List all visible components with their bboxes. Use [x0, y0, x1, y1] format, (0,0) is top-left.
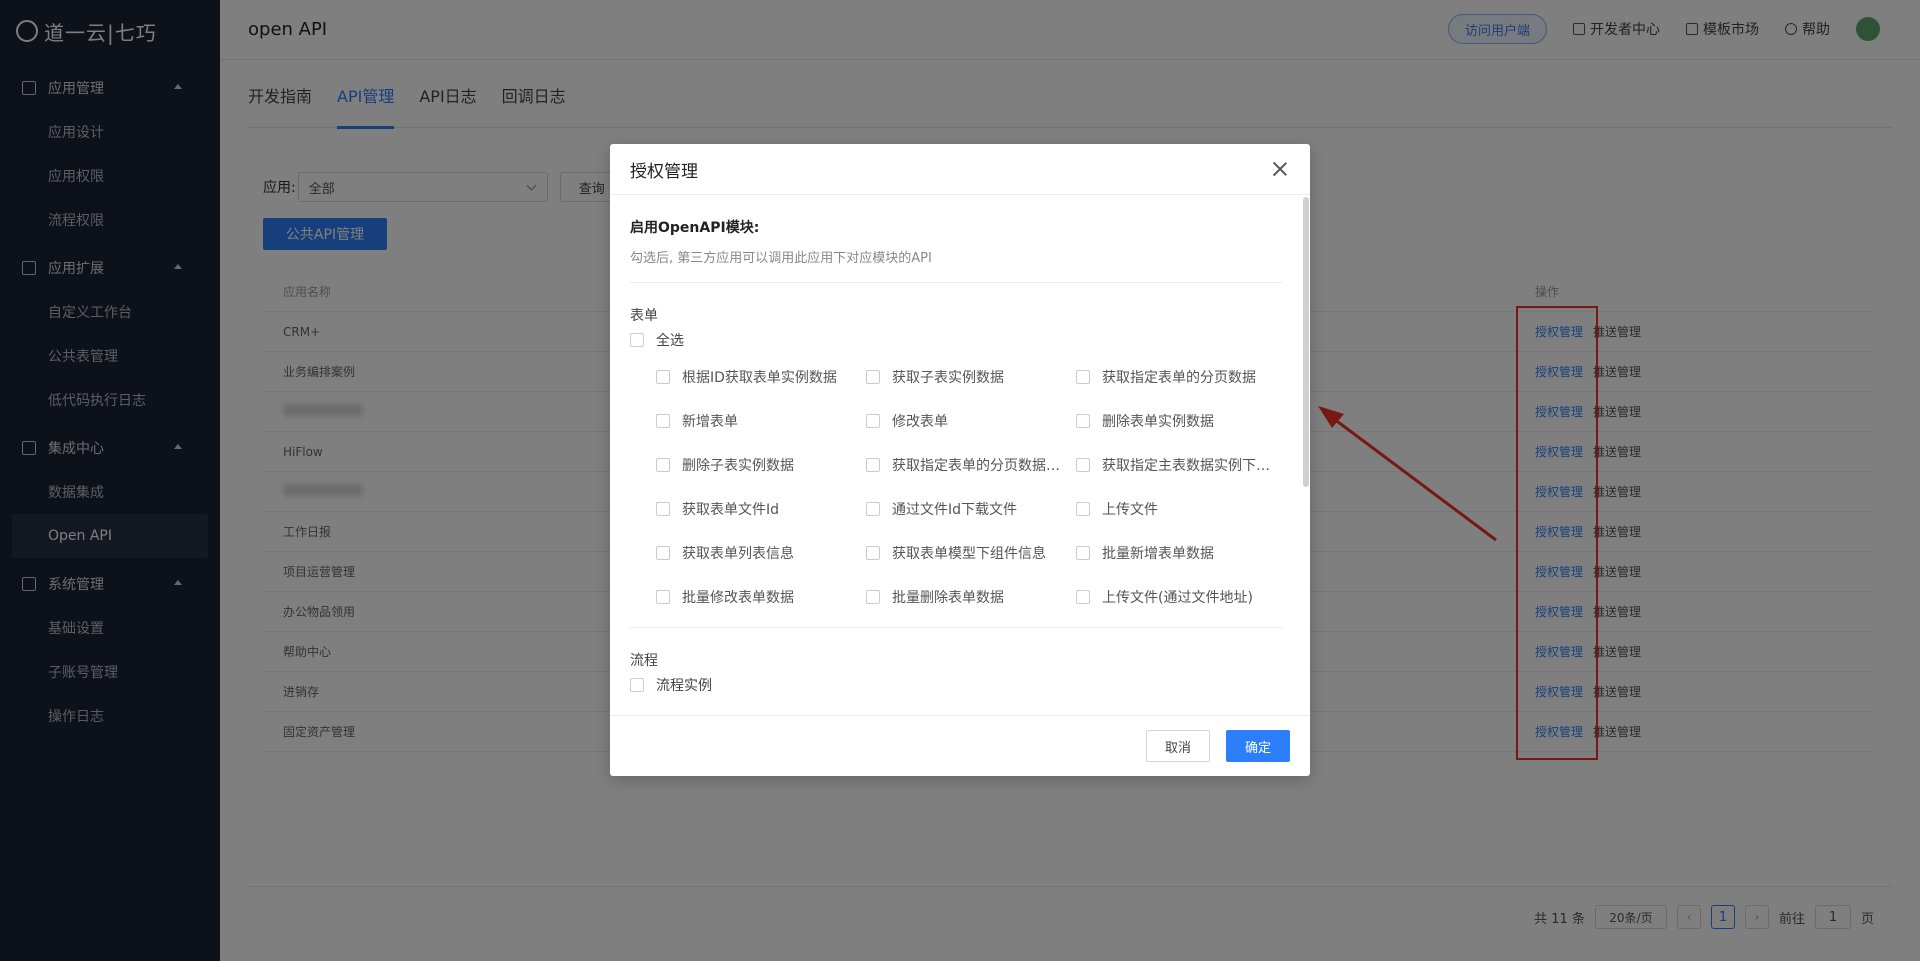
checkbox[interactable] [866, 546, 880, 560]
flow-instance-checkbox[interactable]: 流程实例 [630, 670, 1282, 700]
checkbox-label: 修改表单 [892, 414, 948, 430]
checkbox-label: 根据ID获取表单实例数据 [682, 370, 837, 386]
checkbox-label: 通过文件Id下载文件 [892, 502, 1018, 518]
checkbox-label: 获取表单文件Id [682, 502, 780, 518]
modal-body: 启用OpenAPI模块: 勾选后, 第三方应用可以调用此应用下对应模块的API … [630, 195, 1282, 715]
form-permission-checkbox[interactable]: 批量新增表单数据 [1076, 531, 1282, 575]
confirm-button[interactable]: 确定 [1226, 730, 1290, 762]
form-permission-checkbox[interactable]: 获取子表实例数据 [866, 355, 1076, 399]
form-permission-checkbox[interactable]: 获取表单列表信息 [656, 531, 866, 575]
auth-management-modal: 授权管理 启用OpenAPI模块: 勾选后, 第三方应用可以调用此应用下对应模块… [610, 144, 1310, 776]
form-permission-checkbox[interactable]: 新增表单 [656, 399, 866, 443]
form-permission-checkbox[interactable]: 上传文件(通过文件地址) [1076, 575, 1282, 619]
select-all-checkbox[interactable]: 全选 [630, 325, 1282, 355]
checkbox-label: 批量删除表单数据 [892, 590, 1004, 606]
checkbox[interactable] [656, 590, 670, 604]
checkbox[interactable] [1076, 414, 1090, 428]
checkbox-label: 上传文件(通过文件地址) [1102, 590, 1253, 606]
checkbox-label: 上传文件 [1102, 502, 1158, 518]
checkbox[interactable] [866, 590, 880, 604]
form-permission-checkbox[interactable]: 获取指定表单的分页数据 [1076, 355, 1282, 399]
checkbox[interactable] [1076, 546, 1090, 560]
form-permission-checkbox[interactable]: 批量删除表单数据 [866, 575, 1076, 619]
checkbox[interactable] [630, 333, 644, 347]
enable-module-title: 启用OpenAPI模块: [630, 220, 760, 236]
checkbox[interactable] [656, 502, 670, 516]
modal-footer: 取消 确定 [610, 715, 1310, 776]
scroll-thumb[interactable] [1303, 197, 1309, 487]
checkbox[interactable] [866, 502, 880, 516]
checkbox-label: 删除子表实例数据 [682, 458, 794, 474]
enable-module-desc: 勾选后, 第三方应用可以调用此应用下对应模块的API [630, 247, 1282, 283]
form-permission-grid: 根据ID获取表单实例数据 获取子表实例数据 获取指定表单的分页数据 新增表单 修改表单删… [630, 355, 1282, 619]
checkbox[interactable] [866, 370, 880, 384]
form-permission-checkbox[interactable]: 获取表单模型下组件信息 [866, 531, 1076, 575]
form-permission-checkbox[interactable]: 获取表单文件Id [656, 487, 866, 531]
checkbox-label: 获取指定表单的分页数据 [1102, 370, 1256, 386]
checkbox[interactable] [656, 546, 670, 560]
checkbox[interactable] [1076, 458, 1090, 472]
form-permission-checkbox[interactable]: 删除子表实例数据 [656, 443, 866, 487]
checkbox-label: 获取表单模型下组件信息 [892, 546, 1046, 562]
close-icon[interactable] [1272, 161, 1288, 177]
modal-title: 授权管理 [630, 161, 698, 182]
checkbox-label: 删除表单实例数据 [1102, 414, 1214, 430]
form-permission-checkbox[interactable]: 获取指定主表数据实例下… [1076, 443, 1282, 487]
form-permission-checkbox[interactable]: 修改表单 [866, 399, 1076, 443]
form-permission-checkbox[interactable]: 获取指定表单的分页数据… [866, 443, 1076, 487]
divider [630, 627, 1282, 628]
form-section-title: 表单 [630, 308, 658, 324]
modal-header: 授权管理 [610, 144, 1310, 195]
checkbox-label: 获取子表实例数据 [892, 370, 1004, 386]
cancel-button[interactable]: 取消 [1146, 730, 1210, 762]
form-permission-checkbox[interactable]: 删除表单实例数据 [1076, 399, 1282, 443]
checkbox[interactable] [656, 370, 670, 384]
checkbox-label: 新增表单 [682, 414, 738, 430]
form-permission-checkbox[interactable]: 上传文件 [1076, 487, 1282, 531]
checkbox-label: 批量新增表单数据 [1102, 546, 1214, 562]
flow-section-title: 流程 [630, 653, 658, 669]
checkbox[interactable] [630, 678, 644, 692]
checkbox[interactable] [1076, 370, 1090, 384]
modal-scrollbar[interactable] [1302, 195, 1310, 715]
checkbox[interactable] [1076, 502, 1090, 516]
form-permission-checkbox[interactable]: 通过文件Id下载文件 [866, 487, 1076, 531]
checkbox-label: 批量修改表单数据 [682, 590, 794, 606]
checkbox[interactable] [1076, 590, 1090, 604]
form-permission-checkbox[interactable]: 根据ID获取表单实例数据 [656, 355, 866, 399]
checkbox[interactable] [656, 458, 670, 472]
checkbox-label: 获取指定主表数据实例下… [1102, 458, 1270, 474]
checkbox-label: 获取表单列表信息 [682, 546, 794, 562]
checkbox[interactable] [656, 414, 670, 428]
checkbox-label: 获取指定表单的分页数据… [892, 458, 1060, 474]
checkbox[interactable] [866, 458, 880, 472]
checkbox[interactable] [866, 414, 880, 428]
form-permission-checkbox[interactable]: 批量修改表单数据 [656, 575, 866, 619]
